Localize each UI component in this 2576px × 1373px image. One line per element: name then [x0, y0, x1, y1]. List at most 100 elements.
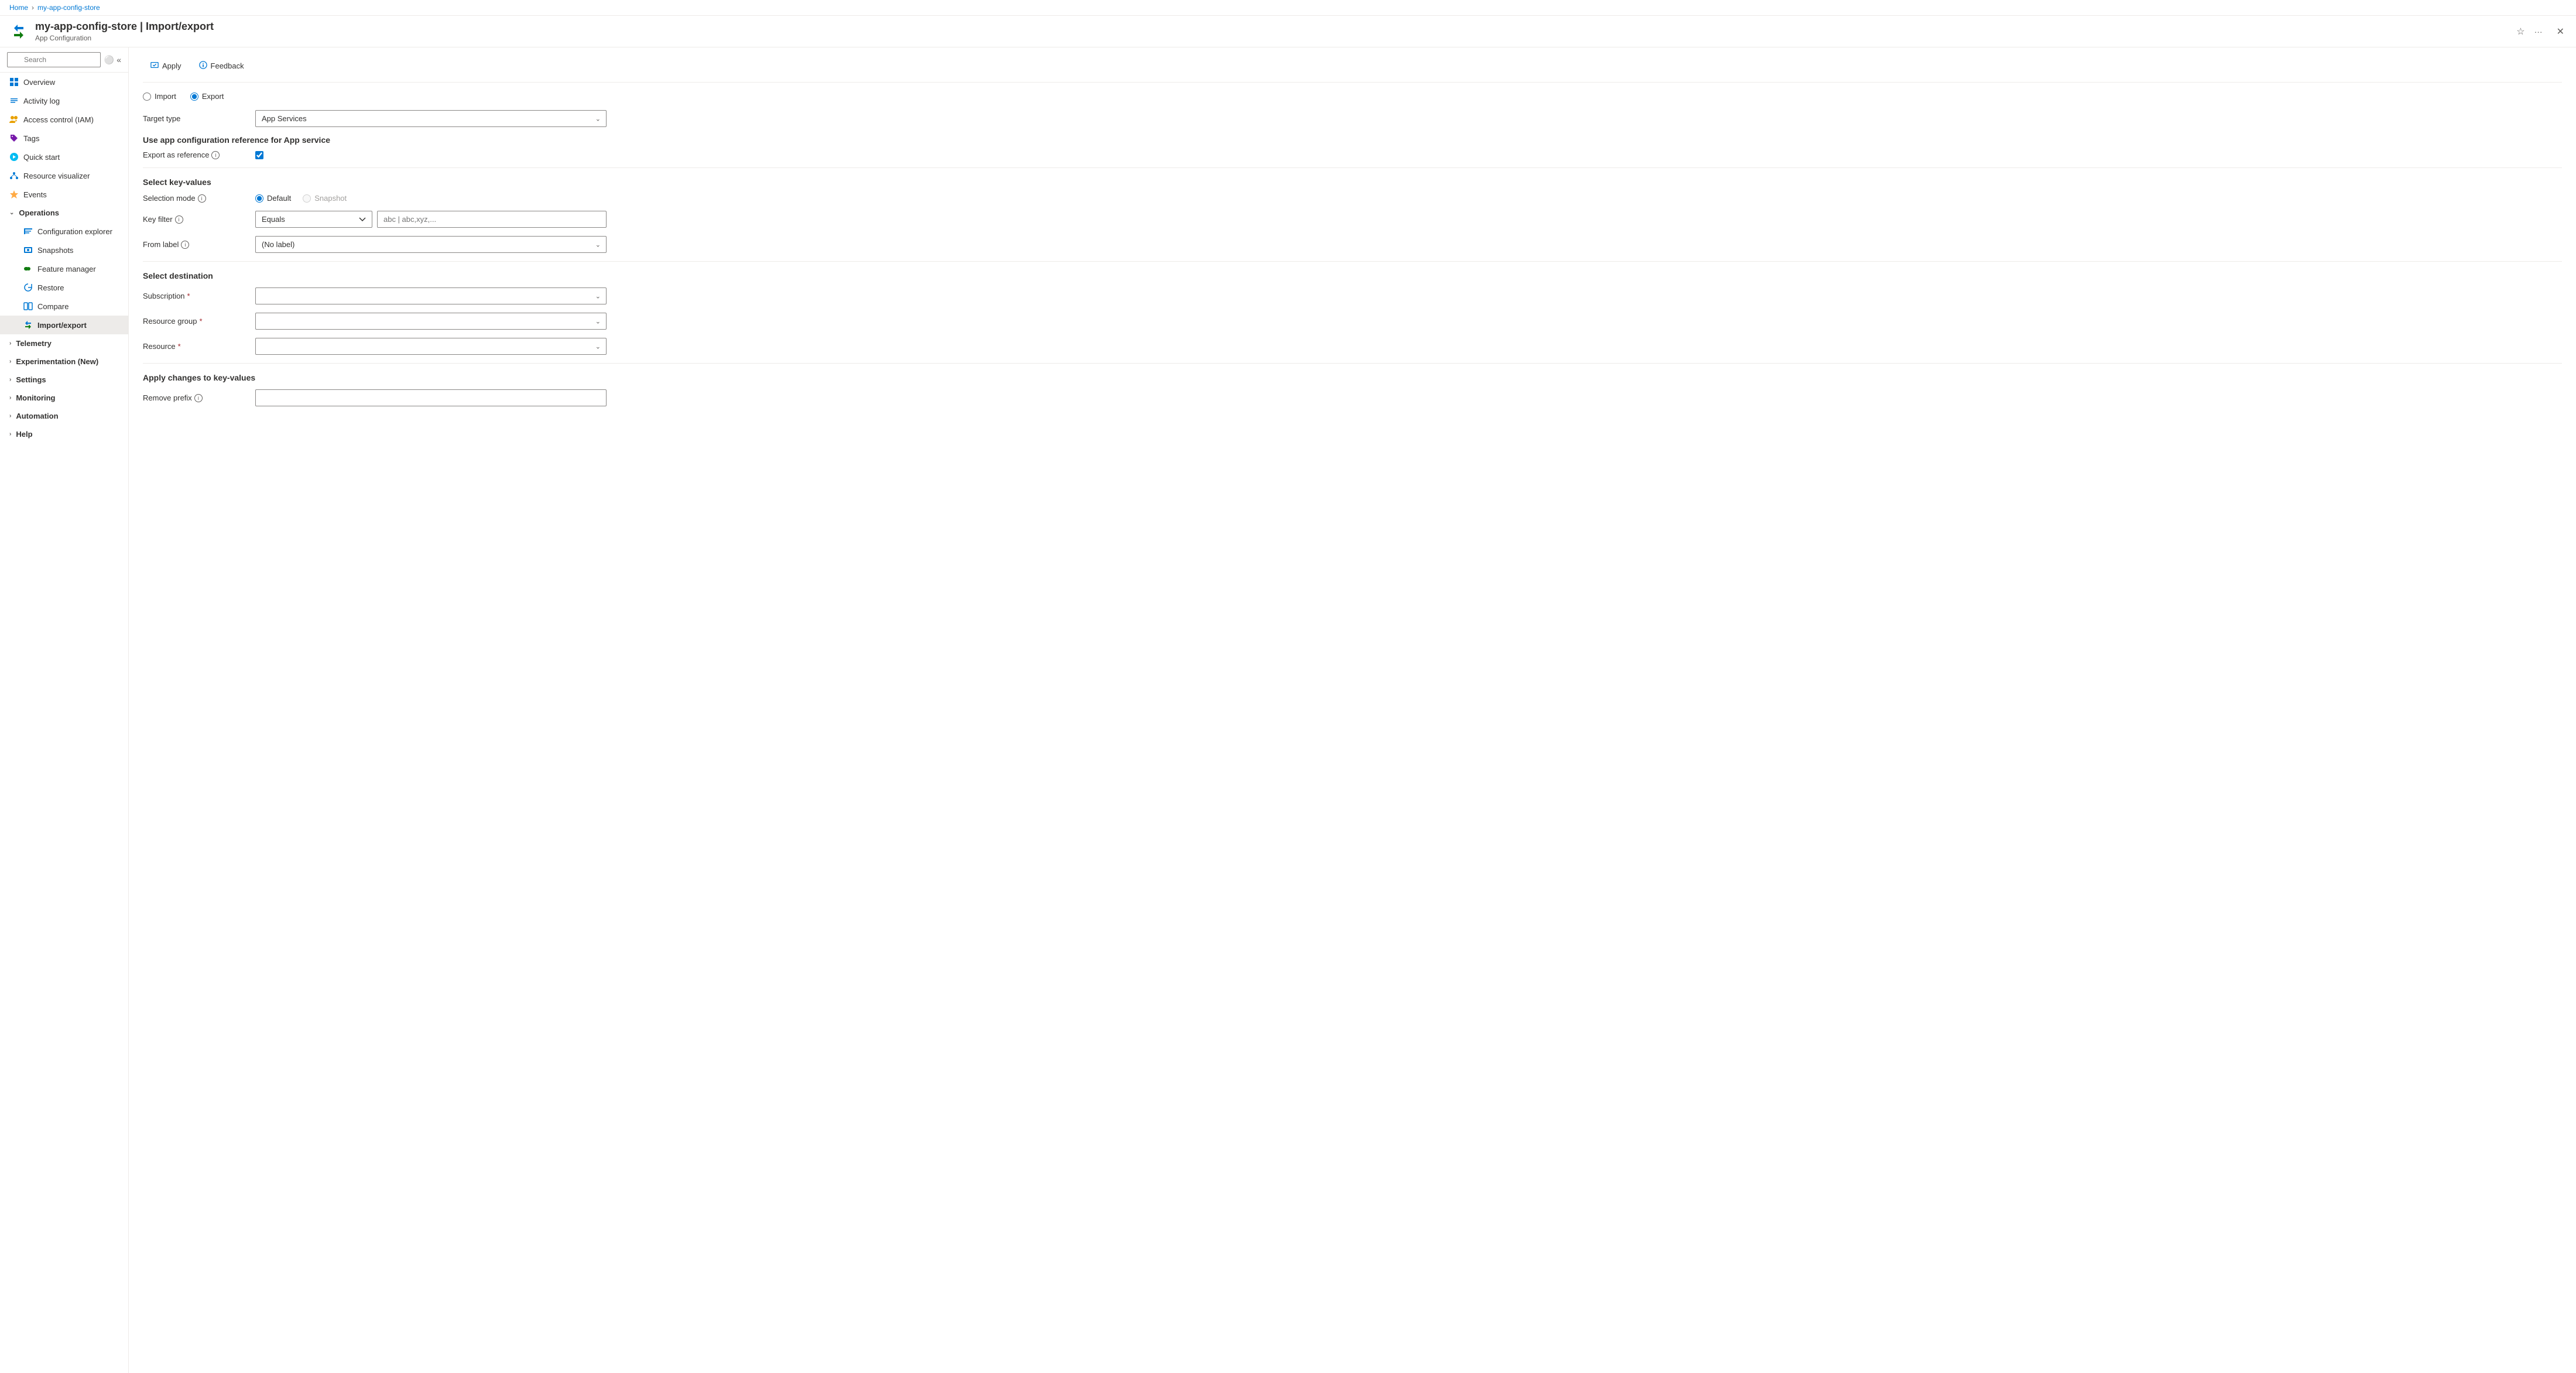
export-radio[interactable] [190, 93, 198, 101]
feedback-icon [199, 61, 207, 71]
collapse-icon[interactable]: « [117, 55, 121, 64]
apply-button[interactable]: Apply [143, 57, 189, 75]
sidebar-item-events[interactable]: Events [0, 185, 128, 204]
sidebar-search-area: 🔍 ⚪ « [0, 47, 128, 73]
from-label-label: From label i [143, 240, 248, 249]
divider-2 [143, 261, 2562, 262]
sidebar-item-import-export[interactable]: Import/export [0, 316, 128, 334]
target-type-label: Target type [143, 114, 248, 123]
resource-select[interactable] [255, 338, 607, 355]
sidebar-section-help[interactable]: › Help [0, 425, 128, 443]
settings-icon[interactable]: ⚪ [104, 55, 114, 65]
target-type-select[interactable]: App Services App Configuration [255, 110, 607, 127]
settings-chevron-icon: › [9, 376, 11, 383]
feedback-button[interactable]: Feedback [191, 57, 252, 75]
sidebar-item-resource-visualizer[interactable]: Resource visualizer [0, 166, 128, 185]
import-export-icon [23, 320, 33, 330]
access-control-label: Access control (IAM) [23, 115, 94, 124]
more-options-icon[interactable]: ··· [2532, 25, 2545, 39]
page-header: my-app-config-store | Import/export App … [0, 16, 2576, 47]
key-filter-info-icon: i [175, 215, 183, 224]
sidebar-item-access-control[interactable]: Access control (IAM) [0, 110, 128, 129]
sidebar-section-experimentation[interactable]: › Experimentation (New) [0, 352, 128, 371]
sidebar-item-restore[interactable]: Restore [0, 278, 128, 297]
remove-prefix-input[interactable] [255, 389, 607, 406]
sidebar-item-quick-start[interactable]: Quick start [0, 148, 128, 166]
export-as-reference-checkbox[interactable] [255, 151, 263, 159]
breadcrumb: Home › my-app-config-store [0, 0, 2576, 16]
sidebar-item-compare[interactable]: Compare [0, 297, 128, 316]
from-label-select-wrap: (No label) ⌄ [255, 236, 607, 253]
use-app-config-title: Use app configuration reference for App … [143, 135, 2562, 145]
selection-mode-default-option[interactable]: Default [255, 194, 291, 203]
page-title-text: my-app-config-store | Import/export [35, 20, 214, 33]
subscription-label: Subscription [143, 292, 248, 300]
sidebar-item-snapshots[interactable]: Snapshots [0, 241, 128, 259]
overview-icon [9, 77, 19, 87]
selection-mode-info-icon: i [198, 194, 206, 203]
selection-mode-radio-group: Default Snapshot [255, 194, 347, 203]
export-option[interactable]: Export [190, 92, 224, 101]
export-label: Export [202, 92, 224, 101]
snapshots-label: Snapshots [37, 246, 73, 255]
sidebar-item-tags[interactable]: Tags [0, 129, 128, 148]
activity-log-icon [9, 96, 19, 105]
export-as-reference-text: Export as reference [143, 150, 209, 159]
selection-mode-snapshot-radio[interactable] [303, 194, 311, 203]
restore-icon [23, 283, 33, 292]
key-filter-value-input[interactable] [377, 211, 607, 228]
subscription-select-wrap: ⌄ [255, 287, 607, 304]
sidebar-item-activity-log[interactable]: Activity log [0, 91, 128, 110]
search-input[interactable] [7, 52, 101, 67]
sidebar-section-monitoring[interactable]: › Monitoring [0, 389, 128, 407]
help-label: Help [16, 430, 32, 439]
header-text-group: my-app-config-store | Import/export App … [35, 20, 2507, 42]
from-label-select[interactable]: (No label) [255, 236, 607, 253]
resource-visualizer-label: Resource visualizer [23, 172, 90, 180]
events-label: Events [23, 190, 47, 199]
automation-chevron-icon: › [9, 413, 11, 419]
operations-chevron-icon: ⌄ [9, 210, 14, 216]
subscription-select[interactable] [255, 287, 607, 304]
feedback-label: Feedback [211, 61, 244, 70]
import-radio[interactable] [143, 93, 151, 101]
resource-group-select[interactable] [255, 313, 607, 330]
favorite-star-icon[interactable]: ☆ [2514, 23, 2527, 40]
experimentation-chevron-icon: › [9, 358, 11, 365]
sidebar-item-overview[interactable]: Overview [0, 73, 128, 91]
sidebar: 🔍 ⚪ « Overview Activity log Acce [0, 47, 129, 1373]
divider-1 [143, 167, 2562, 168]
remove-prefix-row: Remove prefix i [143, 389, 2562, 406]
sidebar-section-automation[interactable]: › Automation [0, 407, 128, 425]
resource-select-wrap: ⌄ [255, 338, 607, 355]
export-as-reference-row: Export as reference i [143, 150, 2562, 159]
selection-mode-default-radio[interactable] [255, 194, 263, 203]
tags-label: Tags [23, 134, 39, 143]
config-explorer-label: Configuration explorer [37, 227, 112, 236]
import-option[interactable]: Import [143, 92, 176, 101]
resource-group-row: Resource group ⌄ [143, 313, 2562, 330]
feature-manager-icon [23, 264, 33, 273]
sidebar-section-settings[interactable]: › Settings [0, 371, 128, 389]
selection-mode-snapshot-option[interactable]: Snapshot [303, 194, 347, 203]
activity-log-label: Activity log [23, 97, 60, 105]
snapshots-icon [23, 245, 33, 255]
target-type-select-wrap: App Services App Configuration ⌄ [255, 110, 607, 127]
monitoring-label: Monitoring [16, 393, 55, 402]
help-chevron-icon: › [9, 431, 11, 437]
experimentation-label: Experimentation (New) [16, 357, 98, 366]
sidebar-section-operations[interactable]: ⌄ Operations [0, 204, 128, 222]
compare-label: Compare [37, 302, 68, 311]
tags-icon [9, 133, 19, 143]
key-filter-operator-select[interactable]: Equals Starts with [255, 211, 372, 228]
breadcrumb-home[interactable]: Home [9, 4, 28, 12]
sidebar-item-feature-manager[interactable]: Feature manager [0, 259, 128, 278]
breadcrumb-resource[interactable]: my-app-config-store [37, 4, 100, 12]
sidebar-section-telemetry[interactable]: › Telemetry [0, 334, 128, 352]
main-layout: 🔍 ⚪ « Overview Activity log Acce [0, 47, 2576, 1373]
apply-icon [150, 61, 159, 71]
overview-label: Overview [23, 78, 55, 87]
from-label-info-icon: i [181, 241, 189, 249]
sidebar-item-configuration-explorer[interactable]: Configuration explorer [0, 222, 128, 241]
close-icon[interactable]: ✕ [2554, 23, 2567, 40]
